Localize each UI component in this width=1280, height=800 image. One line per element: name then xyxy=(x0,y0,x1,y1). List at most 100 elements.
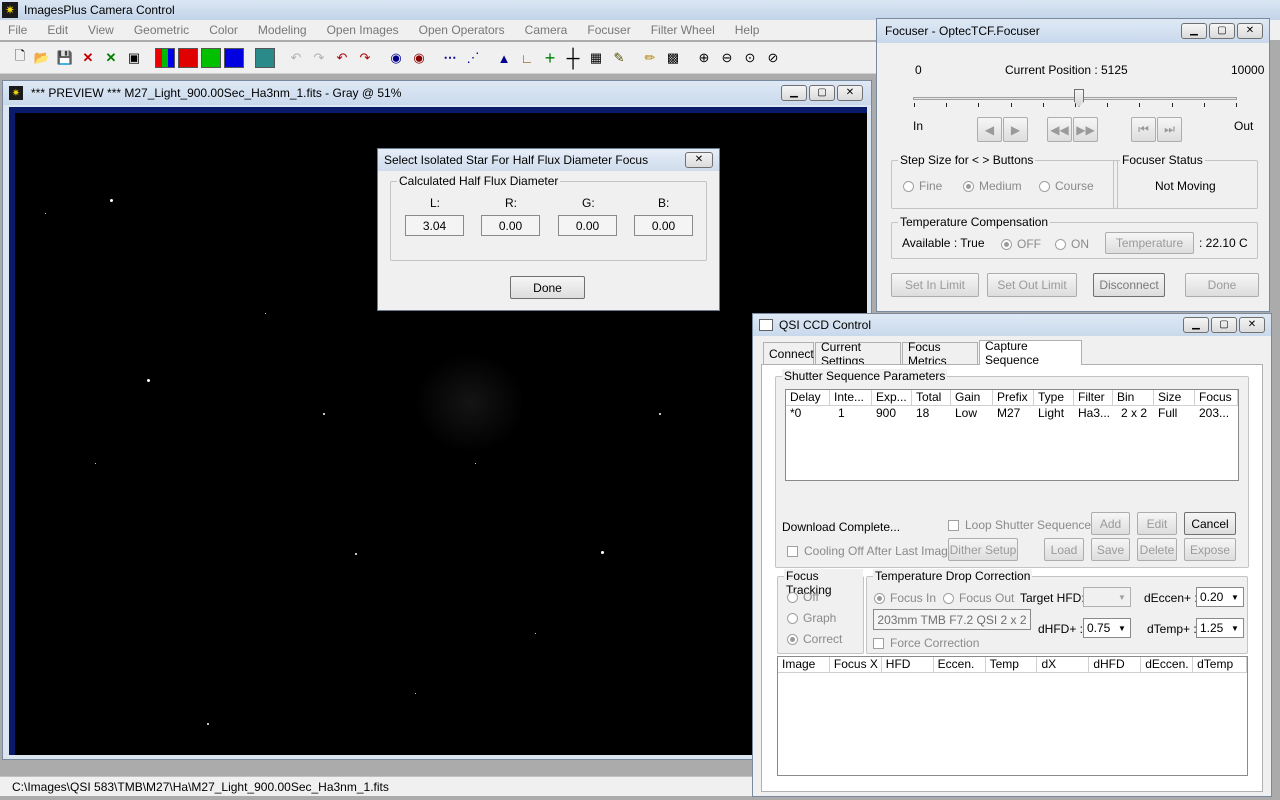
tracking-off-radio[interactable]: Off xyxy=(787,590,819,604)
col-total[interactable]: Total xyxy=(912,390,951,405)
edit-button[interactable]: Edit xyxy=(1137,512,1177,535)
zoom-fit-icon[interactable]: ⊙ xyxy=(740,48,760,68)
blue-channel-icon[interactable] xyxy=(224,48,244,68)
col-bin[interactable]: Bin xyxy=(1113,390,1154,405)
step-out-button[interactable]: ▶ xyxy=(1003,117,1028,142)
menu-help[interactable]: Help xyxy=(735,23,760,37)
temp-on-radio[interactable]: ON xyxy=(1055,237,1089,251)
goto-out-limit-button[interactable]: ⏭ xyxy=(1157,117,1182,142)
table-row[interactable]: *0 1 900 18 Low M27 Light Ha3... 2 x 2 F… xyxy=(786,406,1238,421)
close-red-x-icon[interactable]: ✕ xyxy=(78,48,98,68)
col-image[interactable]: Image xyxy=(778,657,830,672)
close-icon[interactable]: ✕ xyxy=(837,85,863,101)
set-out-limit-button[interactable]: Set Out Limit xyxy=(987,273,1077,297)
menu-modeling[interactable]: Modeling xyxy=(258,23,307,37)
zoom-out-icon[interactable]: ⊖ xyxy=(717,48,737,68)
image-tools-icon[interactable]: ✎ xyxy=(609,48,629,68)
set-in-limit-button[interactable]: Set In Limit xyxy=(891,273,979,297)
dhfd-select[interactable]: 0.75 ▼ xyxy=(1083,618,1131,638)
col-focus-x[interactable]: Focus X xyxy=(830,657,882,672)
menu-geometric[interactable]: Geometric xyxy=(134,23,189,37)
col-gain[interactable]: Gain xyxy=(951,390,993,405)
histogram-icon[interactable]: ▲ xyxy=(494,48,514,68)
menu-open-operators[interactable]: Open Operators xyxy=(419,23,505,37)
add-button[interactable]: Add xyxy=(1091,512,1130,535)
col-dtemp[interactable]: dTemp xyxy=(1193,657,1248,672)
menu-open-images[interactable]: Open Images xyxy=(327,23,399,37)
plot-icon[interactable]: ⋰ xyxy=(463,48,483,68)
focus-metrics-table[interactable]: Image Focus X HFD Eccen. Temp dX dHFD dE… xyxy=(777,656,1248,776)
pencil-icon[interactable]: ✏ xyxy=(640,48,660,68)
temp-off-radio[interactable]: OFF xyxy=(1001,237,1041,251)
disconnect-button[interactable]: Disconnect xyxy=(1093,273,1165,297)
maximize-icon[interactable]: ▢ xyxy=(1209,23,1235,39)
col-delay[interactable]: Delay xyxy=(786,390,830,405)
red-channel-icon[interactable] xyxy=(178,48,198,68)
fast-in-button[interactable]: ◀◀ xyxy=(1047,117,1072,142)
tracking-graph-radio[interactable]: Graph xyxy=(787,611,836,625)
force-correction-checkbox[interactable]: Force Correction xyxy=(873,636,979,650)
tab-capture-sequence[interactable]: Capture Sequence xyxy=(979,339,1082,367)
focus-out-radio[interactable]: Focus Out xyxy=(943,591,1014,605)
tracking-correct-radio[interactable]: Correct xyxy=(787,632,842,646)
grid-icon[interactable]: ▩ xyxy=(663,48,683,68)
target-hfd-select[interactable]: ▼ xyxy=(1083,587,1131,607)
sequence-table[interactable]: Delay Inte... Exp... Total Gain Prefix T… xyxy=(785,389,1239,481)
close-icon[interactable]: ✕ xyxy=(1237,23,1263,39)
menu-color[interactable]: Color xyxy=(209,23,238,37)
delete-button[interactable]: Delete xyxy=(1137,538,1177,561)
menu-camera[interactable]: Camera xyxy=(525,23,568,37)
open-folder-icon[interactable]: 📂 xyxy=(32,48,52,68)
minimize-icon[interactable]: ▁ xyxy=(1183,317,1209,333)
cooling-off-checkbox[interactable]: Cooling Off After Last Image xyxy=(787,544,955,558)
crosshair-icon[interactable]: ┼ xyxy=(563,48,583,68)
undo-disabled-icon[interactable]: ↶ xyxy=(286,48,306,68)
col-hfd[interactable]: HFD xyxy=(882,657,934,672)
zoom-actual-icon[interactable]: ⊘ xyxy=(763,48,783,68)
cancel-button[interactable]: Cancel xyxy=(1184,512,1236,535)
tab-connect[interactable]: Connect xyxy=(763,342,814,364)
minimize-icon[interactable]: ▁ xyxy=(781,85,807,101)
menu-edit[interactable]: Edit xyxy=(47,23,68,37)
hfd-done-button[interactable]: Done xyxy=(510,276,585,299)
col-exposure[interactable]: Exp... xyxy=(872,390,912,405)
grayscale-icon[interactable] xyxy=(255,48,275,68)
step-course-radio[interactable]: Course xyxy=(1039,179,1094,193)
col-filter[interactable]: Filter xyxy=(1074,390,1113,405)
calculator-icon[interactable]: ▦ xyxy=(586,48,606,68)
rgb-channels-icon[interactable] xyxy=(155,48,175,68)
dtemp-select[interactable]: 1.25 ▼ xyxy=(1196,618,1244,638)
redo-icon[interactable]: ↷ xyxy=(355,48,375,68)
maximize-icon[interactable]: ▢ xyxy=(1211,317,1237,333)
save-button[interactable]: Save xyxy=(1091,538,1130,561)
deccen-select[interactable]: 0.20 ▼ xyxy=(1196,587,1244,607)
dither-setup-button[interactable]: Dither Setup xyxy=(948,538,1018,561)
col-dhfd[interactable]: dHFD xyxy=(1089,657,1142,672)
col-size[interactable]: Size xyxy=(1154,390,1195,405)
col-dx[interactable]: dX xyxy=(1037,657,1090,672)
step-in-button[interactable]: ◀ xyxy=(977,117,1002,142)
load-button[interactable]: Load xyxy=(1044,538,1084,561)
menu-view[interactable]: View xyxy=(88,23,114,37)
expose-button[interactable]: Expose xyxy=(1184,538,1236,561)
zoom-in-icon[interactable]: ⊕ xyxy=(694,48,714,68)
menu-filter-wheel[interactable]: Filter Wheel xyxy=(651,23,715,37)
fast-out-button[interactable]: ▶▶ xyxy=(1073,117,1098,142)
curve-icon[interactable]: ∟ xyxy=(517,48,537,68)
blue-dot-icon[interactable]: ◉ xyxy=(386,48,406,68)
col-prefix[interactable]: Prefix xyxy=(993,390,1034,405)
undo-icon[interactable]: ↶ xyxy=(332,48,352,68)
goto-in-limit-button[interactable]: ⏮ xyxy=(1131,117,1156,142)
temperature-button[interactable]: Temperature xyxy=(1105,232,1194,254)
crosshair-green-icon[interactable]: + xyxy=(540,48,560,68)
col-focus[interactable]: Focus xyxy=(1195,390,1238,405)
focuser-done-button[interactable]: Done xyxy=(1185,273,1259,297)
col-interval[interactable]: Inte... xyxy=(830,390,872,405)
red-dot-icon[interactable]: ◉ xyxy=(409,48,429,68)
close-icon[interactable]: ✕ xyxy=(1239,317,1265,333)
minimize-icon[interactable]: ▁ xyxy=(1181,23,1207,39)
maximize-icon[interactable]: ▢ xyxy=(809,85,835,101)
save-icon[interactable]: 💾 xyxy=(55,48,75,68)
focus-in-radio[interactable]: Focus In xyxy=(874,591,936,605)
col-type[interactable]: Type xyxy=(1034,390,1074,405)
